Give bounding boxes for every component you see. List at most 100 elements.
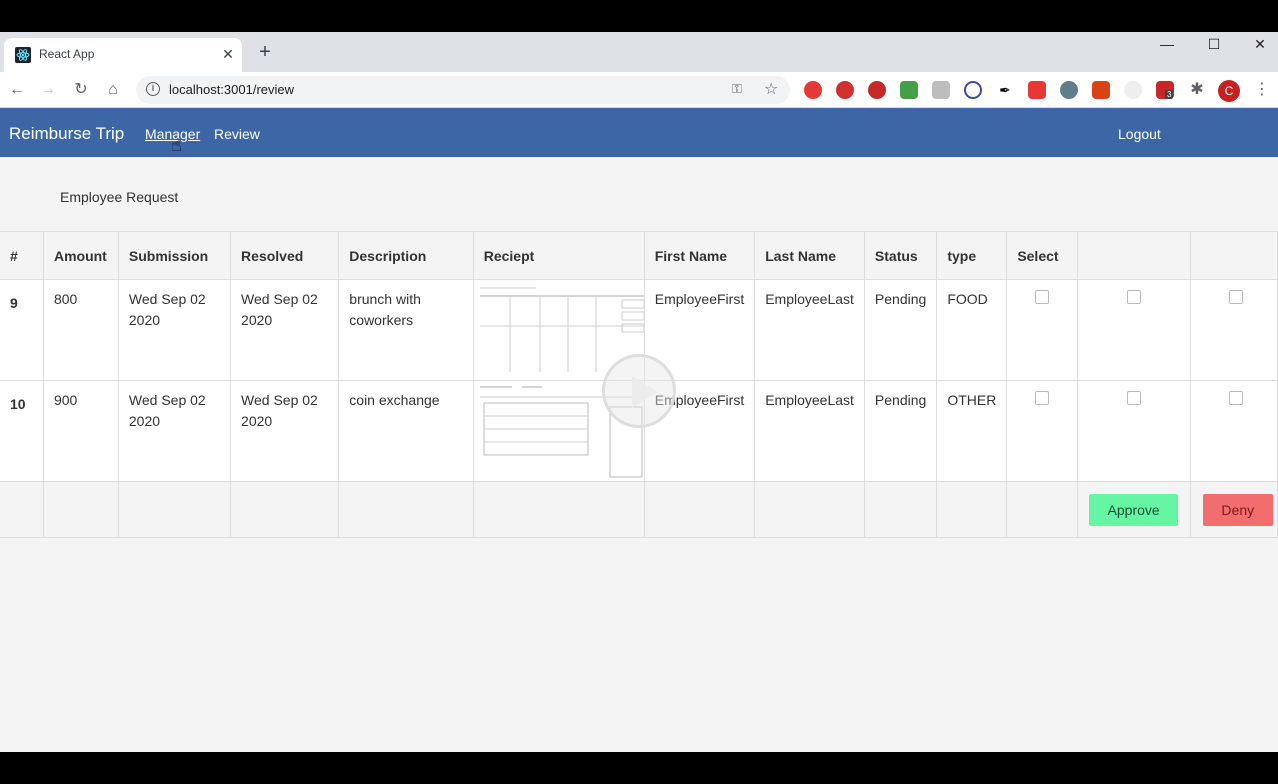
react-logo-icon [15, 47, 31, 63]
url-text: localhost:3001/review [169, 82, 295, 97]
deny-checkbox[interactable] [1229, 290, 1243, 304]
row-type: OTHER [936, 380, 1008, 482]
new-tab-icon[interactable]: + [254, 42, 276, 64]
approve-button[interactable]: Approve [1089, 493, 1179, 526]
row-amount: 900 [43, 380, 119, 482]
header-select: Select [1006, 231, 1078, 280]
nav-review-link[interactable]: Review [214, 126, 260, 142]
deny-button[interactable]: Deny [1202, 493, 1273, 526]
tab-close-icon[interactable]: ✕ [218, 44, 238, 64]
extension-badge-icon[interactable]: 3 [1156, 81, 1174, 99]
extension-red-icon[interactable] [1028, 81, 1046, 99]
extension-generic-icon[interactable] [932, 81, 950, 99]
key-icon[interactable]: ⚿ [732, 81, 742, 97]
row-status: Pending [864, 279, 938, 381]
extension-adblock-icon[interactable] [836, 81, 854, 99]
page-subtitle: Employee Request [60, 189, 179, 205]
browser-tab-strip: React App ✕ + — ☐ ✕ [0, 32, 1278, 72]
footer-cell [338, 481, 474, 538]
table-actions-row: Approve Deny [0, 481, 1278, 538]
nav-logout-link[interactable]: Logout [1118, 126, 1161, 142]
row-deny-cell [1190, 279, 1278, 381]
back-icon[interactable]: ← [5, 78, 29, 102]
footer-cell [644, 481, 756, 538]
footer-approve-cell: Approve [1077, 481, 1191, 538]
row-approve-cell [1077, 279, 1191, 381]
header-description: Description [338, 231, 474, 280]
deny-checkbox[interactable] [1229, 391, 1243, 405]
select-checkbox[interactable] [1035, 391, 1050, 405]
row-select-cell [1006, 380, 1078, 482]
extension-gear-icon[interactable] [1060, 81, 1078, 99]
row-deny-cell [1190, 380, 1278, 482]
screen-bottom-border [0, 752, 1278, 784]
browser-tab[interactable]: React App ✕ [4, 38, 242, 72]
maximize-icon[interactable]: ☐ [1191, 32, 1237, 64]
extension-circle-icon[interactable] [1124, 81, 1142, 99]
home-icon[interactable]: ⌂ [101, 78, 125, 102]
tab-title: React App [39, 47, 95, 61]
mouse-cursor-icon: ☝ [171, 135, 182, 155]
video-play-overlay-icon[interactable] [602, 354, 676, 428]
window-close-icon[interactable]: ✕ [1237, 32, 1278, 64]
extension-youtube-icon[interactable] [804, 81, 822, 99]
footer-cell [118, 481, 232, 538]
row-approve-cell [1077, 380, 1191, 482]
row-select-cell [1006, 279, 1078, 381]
forward-icon[interactable]: → [36, 78, 60, 102]
site-info-icon[interactable]: i [146, 82, 160, 96]
browser-toolbar: ← → ↻ ⌂ i localhost:3001/review ⚿ ☆ ✒ 3 … [0, 72, 1278, 108]
extension-block-icon[interactable] [964, 81, 982, 99]
approve-checkbox[interactable] [1126, 391, 1141, 405]
footer-cell [43, 481, 119, 538]
header-submission: Submission [118, 231, 232, 280]
row-resolved: Wed Sep 02 2020 [230, 380, 340, 482]
header-empty-2 [1190, 231, 1278, 280]
footer-cell [473, 481, 645, 538]
row-type: FOOD [936, 279, 1008, 381]
footer-cell [1006, 481, 1078, 538]
address-bar[interactable]: i localhost:3001/review ⚿ ☆ [136, 76, 790, 104]
extension-image-icon[interactable] [1092, 81, 1110, 99]
row-amount: 800 [43, 279, 119, 381]
header-status: Status [864, 231, 938, 280]
header-index: # [0, 231, 44, 280]
app-navbar: Reimburse Trip Manager Review Logout ☝ [0, 108, 1278, 157]
header-amount: Amount [43, 231, 119, 280]
row-description: brunch with coworkers [338, 279, 474, 381]
minimize-icon[interactable]: — [1144, 32, 1190, 64]
row-index: 10 [0, 380, 44, 482]
screen-top-border [0, 0, 1278, 32]
row-submission: Wed Sep 02 2020 [118, 380, 232, 482]
browser-menu-icon[interactable]: ⋮ [1254, 78, 1270, 102]
row-last-name: EmployeeLast [754, 380, 865, 482]
extension-shield-icon[interactable] [900, 81, 918, 99]
select-checkbox[interactable] [1035, 290, 1050, 304]
app-page: Reimburse Trip Manager Review Logout ☝ E… [0, 108, 1278, 752]
extension-stop-icon[interactable] [868, 81, 886, 99]
header-receipt: Reciept [473, 231, 645, 280]
row-status: Pending [864, 380, 938, 482]
profile-avatar[interactable]: C [1218, 80, 1240, 102]
extension-pen-icon[interactable]: ✒ [996, 81, 1014, 99]
row-description: coin exchange [338, 380, 474, 482]
bookmark-star-icon[interactable]: ☆ [764, 79, 778, 99]
footer-cell [936, 481, 1008, 538]
row-last-name: EmployeeLast [754, 279, 865, 381]
header-resolved: Resolved [230, 231, 340, 280]
table-header-row: # Amount Submission Resolved Description… [0, 231, 1278, 280]
footer-cell [864, 481, 938, 538]
header-last-name: Last Name [754, 231, 865, 280]
footer-deny-cell: Deny [1190, 481, 1278, 538]
header-empty-1 [1077, 231, 1191, 280]
brand-link[interactable]: Reimburse Trip [9, 124, 124, 144]
extension-badge-count: 3 [1165, 90, 1174, 99]
header-type: type [936, 231, 1008, 280]
header-first-name: First Name [644, 231, 756, 280]
approve-checkbox[interactable] [1126, 290, 1141, 304]
footer-cell [754, 481, 865, 538]
footer-cell [230, 481, 340, 538]
reload-icon[interactable]: ↻ [69, 78, 93, 102]
extensions-puzzle-icon[interactable]: ✱ [1188, 81, 1206, 99]
row-submission: Wed Sep 02 2020 [118, 279, 232, 381]
